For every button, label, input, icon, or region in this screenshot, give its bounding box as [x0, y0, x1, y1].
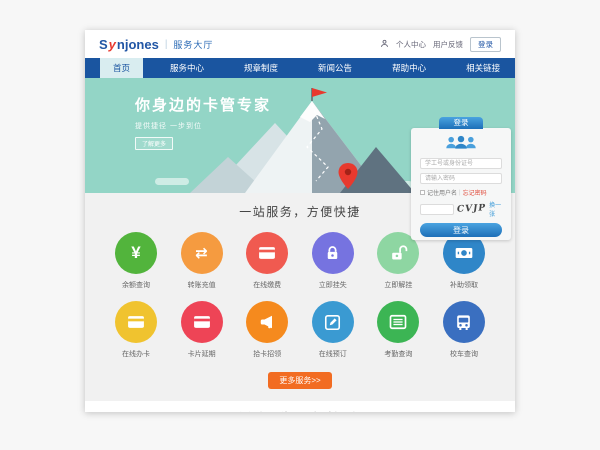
logo-text: S	[99, 37, 108, 52]
service-transfer[interactable]: ⇄ 转账充值	[173, 232, 231, 290]
service-unfreeze[interactable]: 立即解挂	[369, 232, 427, 290]
hero-learn-more-button[interactable]: 了解更多	[135, 137, 173, 150]
service-lost-found[interactable]: 拾卡招领	[238, 301, 296, 359]
announcements-heading: 活动公告，随时知晓	[85, 409, 515, 412]
nav-item-news[interactable]: 新闻公告	[305, 58, 365, 78]
services-row-1: ¥ 余额查询 ⇄ 转账充值 在线缴费 立即挂失	[85, 232, 515, 290]
header-links: 个人中心 用户反馈 登录	[380, 37, 501, 52]
card-icon	[246, 232, 288, 274]
captcha-row: CVJP 换一张	[420, 200, 502, 218]
bus-icon	[443, 301, 485, 343]
login-panel: 登录 记住用户名 | 忘记密码	[411, 128, 511, 240]
change-captcha-link[interactable]: 换一张	[489, 200, 502, 218]
service-balance[interactable]: ¥ 余额查询	[107, 232, 165, 290]
transfer-arrows-icon: ⇄	[181, 232, 223, 274]
card-icon	[115, 301, 157, 343]
service-card-extension[interactable]: 卡片延期	[173, 301, 231, 359]
attendance-list-icon	[377, 301, 419, 343]
service-booking[interactable]: 在线预订	[304, 301, 362, 359]
captcha-input[interactable]	[420, 204, 454, 215]
logo-accent: y	[109, 37, 116, 52]
logo-text: njones	[117, 37, 159, 52]
hero-title: 你身边的卡管专家	[135, 94, 271, 115]
edit-icon	[312, 301, 354, 343]
personal-center-link[interactable]: 个人中心	[396, 39, 426, 50]
nav-item-service-center[interactable]: 服务中心	[157, 58, 217, 78]
service-attendance[interactable]: 考勤查询	[369, 301, 427, 359]
yuan-icon: ¥	[115, 232, 157, 274]
more-services-wrap: 更多服务>>	[85, 370, 515, 389]
lock-icon	[312, 232, 354, 274]
card-icon	[181, 301, 223, 343]
username-input[interactable]	[420, 158, 502, 169]
login-submit-button[interactable]: 登录	[420, 223, 502, 237]
nav-item-help[interactable]: 帮助中心	[379, 58, 439, 78]
password-input[interactable]	[420, 173, 502, 184]
nav-item-links[interactable]: 相关链接	[453, 58, 513, 78]
remember-row: 记住用户名 | 忘记密码	[420, 188, 502, 197]
main-nav: 首页 服务中心 规章制度 新闻公告 帮助中心 相关链接	[85, 58, 515, 78]
service-school-bus[interactable]: 校车查询	[435, 301, 493, 359]
site-card: Synjones | 服务大厅 个人中心 用户反馈 登录 首页 服务中心 规章制…	[85, 30, 515, 412]
nav-item-home[interactable]: 首页	[100, 58, 143, 78]
announcements-section: 活动公告，随时知晓 使用指南 最新公告 更多>> 使用指南 更多>>	[85, 401, 515, 412]
hero-subtitle: 提供捷径 一步到位	[135, 121, 271, 131]
person-icon	[380, 39, 389, 50]
service-subsidy[interactable]: 补助领取	[435, 232, 493, 290]
cloud-shape	[155, 178, 189, 185]
remember-checkbox[interactable]	[420, 190, 425, 195]
site-name: 服务大厅	[173, 38, 213, 51]
page-background: Synjones | 服务大厅 个人中心 用户反馈 登录 首页 服务中心 规章制…	[0, 0, 600, 450]
service-apply-card[interactable]: 在线办卡	[107, 301, 165, 359]
service-report-loss[interactable]: 立即挂失	[304, 232, 362, 290]
header-login-button[interactable]: 登录	[470, 37, 501, 52]
service-pay-online[interactable]: 在线缴费	[238, 232, 296, 290]
login-tab[interactable]: 登录	[439, 117, 483, 129]
hero-text: 你身边的卡管专家 提供捷径 一步到位 了解更多	[135, 94, 271, 151]
captcha-image[interactable]: CVJP	[457, 203, 487, 215]
megaphone-icon	[246, 301, 288, 343]
services-row-2: 在线办卡 卡片延期 拾卡招领	[85, 301, 515, 359]
remember-label: 记住用户名	[427, 188, 457, 197]
header: Synjones | 服务大厅 个人中心 用户反馈 登录	[85, 30, 515, 58]
nav-item-rules[interactable]: 规章制度	[231, 58, 291, 78]
forgot-password-link[interactable]: 忘记密码	[463, 188, 487, 197]
hero-banner: 你身边的卡管专家 提供捷径 一步到位 了解更多 登录	[85, 78, 515, 193]
logo-divider: |	[165, 39, 168, 50]
separator: |	[459, 190, 461, 196]
logo: Synjones | 服务大厅	[99, 37, 213, 52]
more-services-button[interactable]: 更多服务>>	[268, 372, 331, 389]
users-icon	[420, 135, 502, 155]
feedback-link[interactable]: 用户反馈	[433, 39, 463, 50]
